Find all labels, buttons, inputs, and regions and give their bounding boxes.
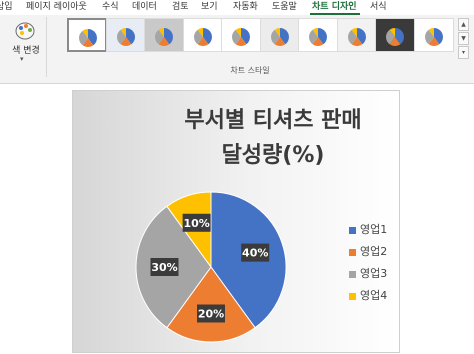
chart-style-thumbnail[interactable] <box>298 18 338 52</box>
tab-help[interactable]: 도움말 <box>272 1 297 13</box>
tab-review[interactable]: 검토 <box>172 1 189 13</box>
chart-style-thumbnail[interactable] <box>336 18 377 52</box>
data-label-영업3[interactable]: 30% <box>150 258 179 276</box>
chart-style-thumbnail[interactable] <box>105 18 146 52</box>
gallery-down-icon[interactable]: ▼ <box>458 32 469 45</box>
gallery-scroll: ▲ ▼ ▾ <box>458 18 469 59</box>
legend-item[interactable]: 영업3 <box>349 263 409 285</box>
legend-label: 영업3 <box>360 267 388 280</box>
chart-area[interactable]: 부서별 티셔츠 판매 달성량(%) 40% 20% 30% 10% 영업1 영업2 영업3… <box>72 90 400 353</box>
legend-swatch <box>349 226 356 234</box>
tab-data[interactable]: 데이터 <box>132 1 157 13</box>
palette-icon <box>15 22 35 40</box>
tab-formulas[interactable]: 수식 <box>102 1 119 13</box>
ribbon-tab-bar: 삽입 페이지 레이아웃 수식 데이터 검토 보기 자동화 도움말 차트 디자인 … <box>0 0 474 15</box>
gallery-more-icon[interactable]: ▾ <box>458 46 469 59</box>
chart-style-thumbnail[interactable] <box>375 18 415 52</box>
change-colors-button[interactable]: 색 변경 ▾ <box>6 19 42 71</box>
legend-label: 영업4 <box>360 289 388 302</box>
chart-style-thumbnail[interactable] <box>182 18 223 52</box>
chart-style-thumbnail[interactable] <box>67 18 107 52</box>
legend-label: 영업2 <box>360 245 388 258</box>
data-label-text: 30% <box>151 261 177 274</box>
data-label-text: 10% <box>183 217 209 230</box>
data-label-text: 40% <box>242 247 268 260</box>
legend-item[interactable]: 영업2 <box>349 241 409 263</box>
legend-item[interactable]: 영업4 <box>349 285 409 307</box>
data-label-영업1[interactable]: 40% <box>241 243 270 262</box>
chart-style-thumbnail[interactable] <box>144 18 184 52</box>
chart-style-thumbnail[interactable] <box>413 18 454 52</box>
data-label-영업4[interactable]: 10% <box>182 213 211 232</box>
chevron-down-icon: ▾ <box>20 55 24 63</box>
legend-label: 영업1 <box>360 223 388 236</box>
chart-style-thumbnail[interactable] <box>259 18 300 52</box>
change-colors-label: 색 변경 <box>12 46 40 56</box>
legend-item[interactable]: 영업1 <box>349 219 409 241</box>
tab-automate[interactable]: 자동화 <box>233 1 258 13</box>
ribbon-separator <box>46 17 47 77</box>
legend-swatch <box>349 248 356 256</box>
legend-swatch <box>349 292 356 300</box>
chart-style-thumbnail[interactable] <box>221 18 261 52</box>
tab-view[interactable]: 보기 <box>201 1 218 13</box>
data-label-text: 20% <box>198 308 224 321</box>
tab-chart-design[interactable]: 차트 디자인 <box>312 1 357 13</box>
gallery-up-icon[interactable]: ▲ <box>458 18 469 31</box>
tab-page-layout[interactable]: 페이지 레이아웃 <box>26 1 87 13</box>
ribbon-chart-design: 색 변경 ▾ ▲ ▼ ▾ 차트 스타일 <box>0 15 474 84</box>
legend-swatch <box>349 270 356 278</box>
data-label-영업2[interactable]: 20% <box>197 304 225 323</box>
chart-styles-group-label: 차트 스타일 <box>230 66 270 75</box>
tab-format[interactable]: 서식 <box>370 1 387 13</box>
chart-legend[interactable]: 영업1 영업2 영업3 영업4 <box>349 219 409 307</box>
tab-insert[interactable]: 삽입 <box>0 1 13 13</box>
